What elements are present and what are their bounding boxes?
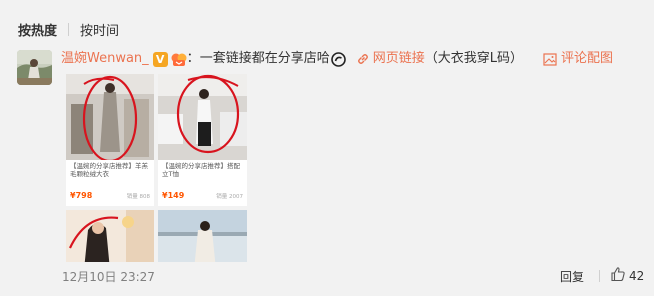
sort-bar: 按热度 按时间	[18, 20, 119, 39]
comment-colon: ：	[186, 51, 200, 66]
product-card	[158, 210, 247, 262]
product-photo	[158, 210, 247, 262]
comment-username[interactable]: 温婉Wenwan_	[61, 49, 149, 69]
product-price: ¥149	[162, 191, 185, 200]
product-photo	[66, 210, 154, 262]
image-icon	[543, 52, 557, 66]
weibo-link-icon	[330, 51, 346, 67]
like-button[interactable]: 42	[610, 266, 644, 286]
comment-image[interactable]: 【温婉的分享店推荐】羊羔毛颗粒绒大衣 ¥798 销量 808 【温婉的分享店推荐…	[66, 74, 247, 262]
reply-button[interactable]: 回复	[560, 268, 584, 285]
link-note: （大衣我穿L码）	[424, 51, 523, 66]
sort-by-time-tab[interactable]: 按时间	[80, 20, 119, 39]
link-icon	[356, 52, 370, 66]
web-link[interactable]: 网页链接	[373, 49, 425, 69]
product-card	[66, 210, 154, 262]
thumb-up-icon	[610, 266, 626, 286]
comment-text: 一套链接都在分享店哈	[199, 51, 330, 66]
product-sales: 销量 808	[126, 194, 150, 200]
like-count: 42	[629, 269, 645, 283]
fan-badge-icon	[171, 52, 187, 67]
comment-date: 12月10日 23:27	[62, 270, 155, 284]
product-card: 【温婉的分享店推荐】搭配立T恤 ¥149 销量 2007	[158, 74, 247, 206]
product-photo	[66, 74, 154, 160]
comment-line: 温婉Wenwan_ V ： 一套链接都在分享店哈 网页链接 （大衣我穿L码） 评	[61, 49, 613, 69]
product-title: 【温婉的分享店推荐】搭配立T恤	[162, 162, 240, 178]
product-price: ¥798	[70, 191, 93, 200]
footer-divider	[599, 270, 600, 282]
verified-badge: V	[152, 51, 168, 67]
product-title: 【温婉的分享店推荐】羊羔毛颗粒绒大衣	[70, 162, 148, 178]
product-photo	[158, 74, 247, 160]
product-card: 【温婉的分享店推荐】羊羔毛颗粒绒大衣 ¥798 销量 808	[66, 74, 154, 206]
comment-image-link[interactable]: 评论配图	[561, 49, 613, 69]
sort-by-hot-tab[interactable]: 按热度	[18, 20, 57, 39]
product-sales: 销量 2007	[216, 194, 243, 200]
sort-divider	[68, 23, 70, 36]
avatar[interactable]	[17, 50, 52, 85]
